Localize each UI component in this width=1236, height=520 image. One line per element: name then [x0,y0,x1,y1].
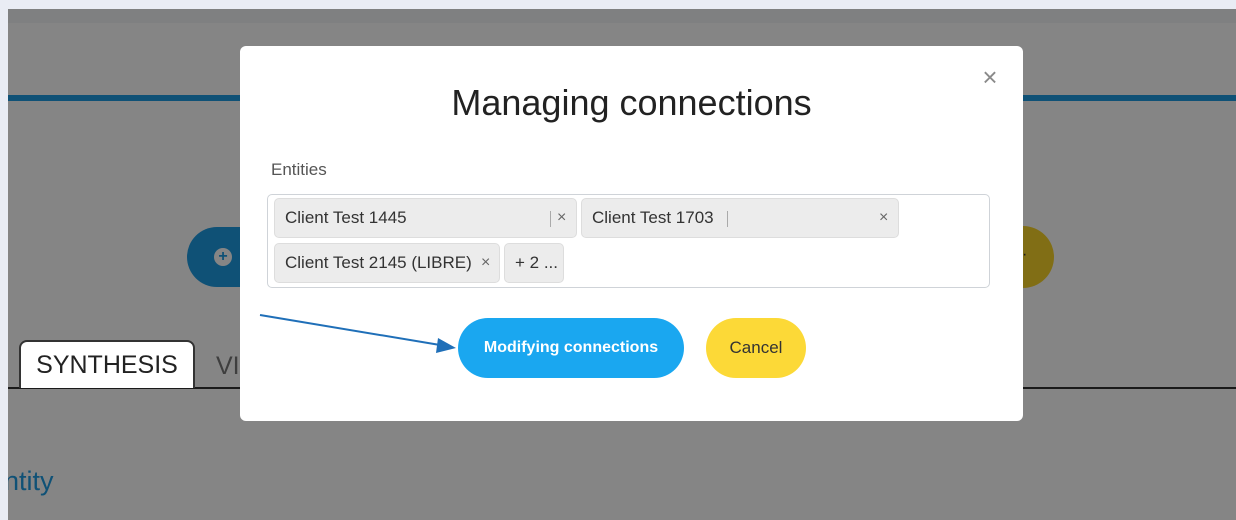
remove-chip-icon[interactable]: × [557,199,566,237]
cancel-button[interactable]: Cancel [706,318,806,378]
modify-connections-button[interactable]: Modifying connections [458,318,684,378]
chip-label: Client Test 2145 (LIBRE) [285,253,472,272]
entities-label: Entities [271,160,327,179]
remove-chip-icon[interactable]: × [481,244,490,282]
entities-multiselect[interactable]: Client Test 1445 × Client Test 1703 × Cl… [267,194,990,288]
dialog-title: Managing connections [451,82,812,123]
entity-chip: Client Test 2145 (LIBRE) × [274,243,500,283]
entity-chip: Client Test 1445 × [274,198,577,238]
chip-label: Client Test 1703 [592,208,714,227]
tab-synthesis[interactable]: SYNTHESIS [19,340,195,388]
text-cursor [550,211,551,227]
chip-label: Client Test 1445 [285,208,407,227]
text-cursor [727,211,728,227]
entity-chip: Client Test 1703 × [581,198,899,238]
more-entities-chip[interactable]: + 2 ... [504,243,564,283]
manage-connections-dialog: × Managing connections Entities Client T… [240,46,1023,421]
more-chip-label: + 2 ... [515,253,558,272]
remove-chip-icon[interactable]: × [879,199,888,237]
